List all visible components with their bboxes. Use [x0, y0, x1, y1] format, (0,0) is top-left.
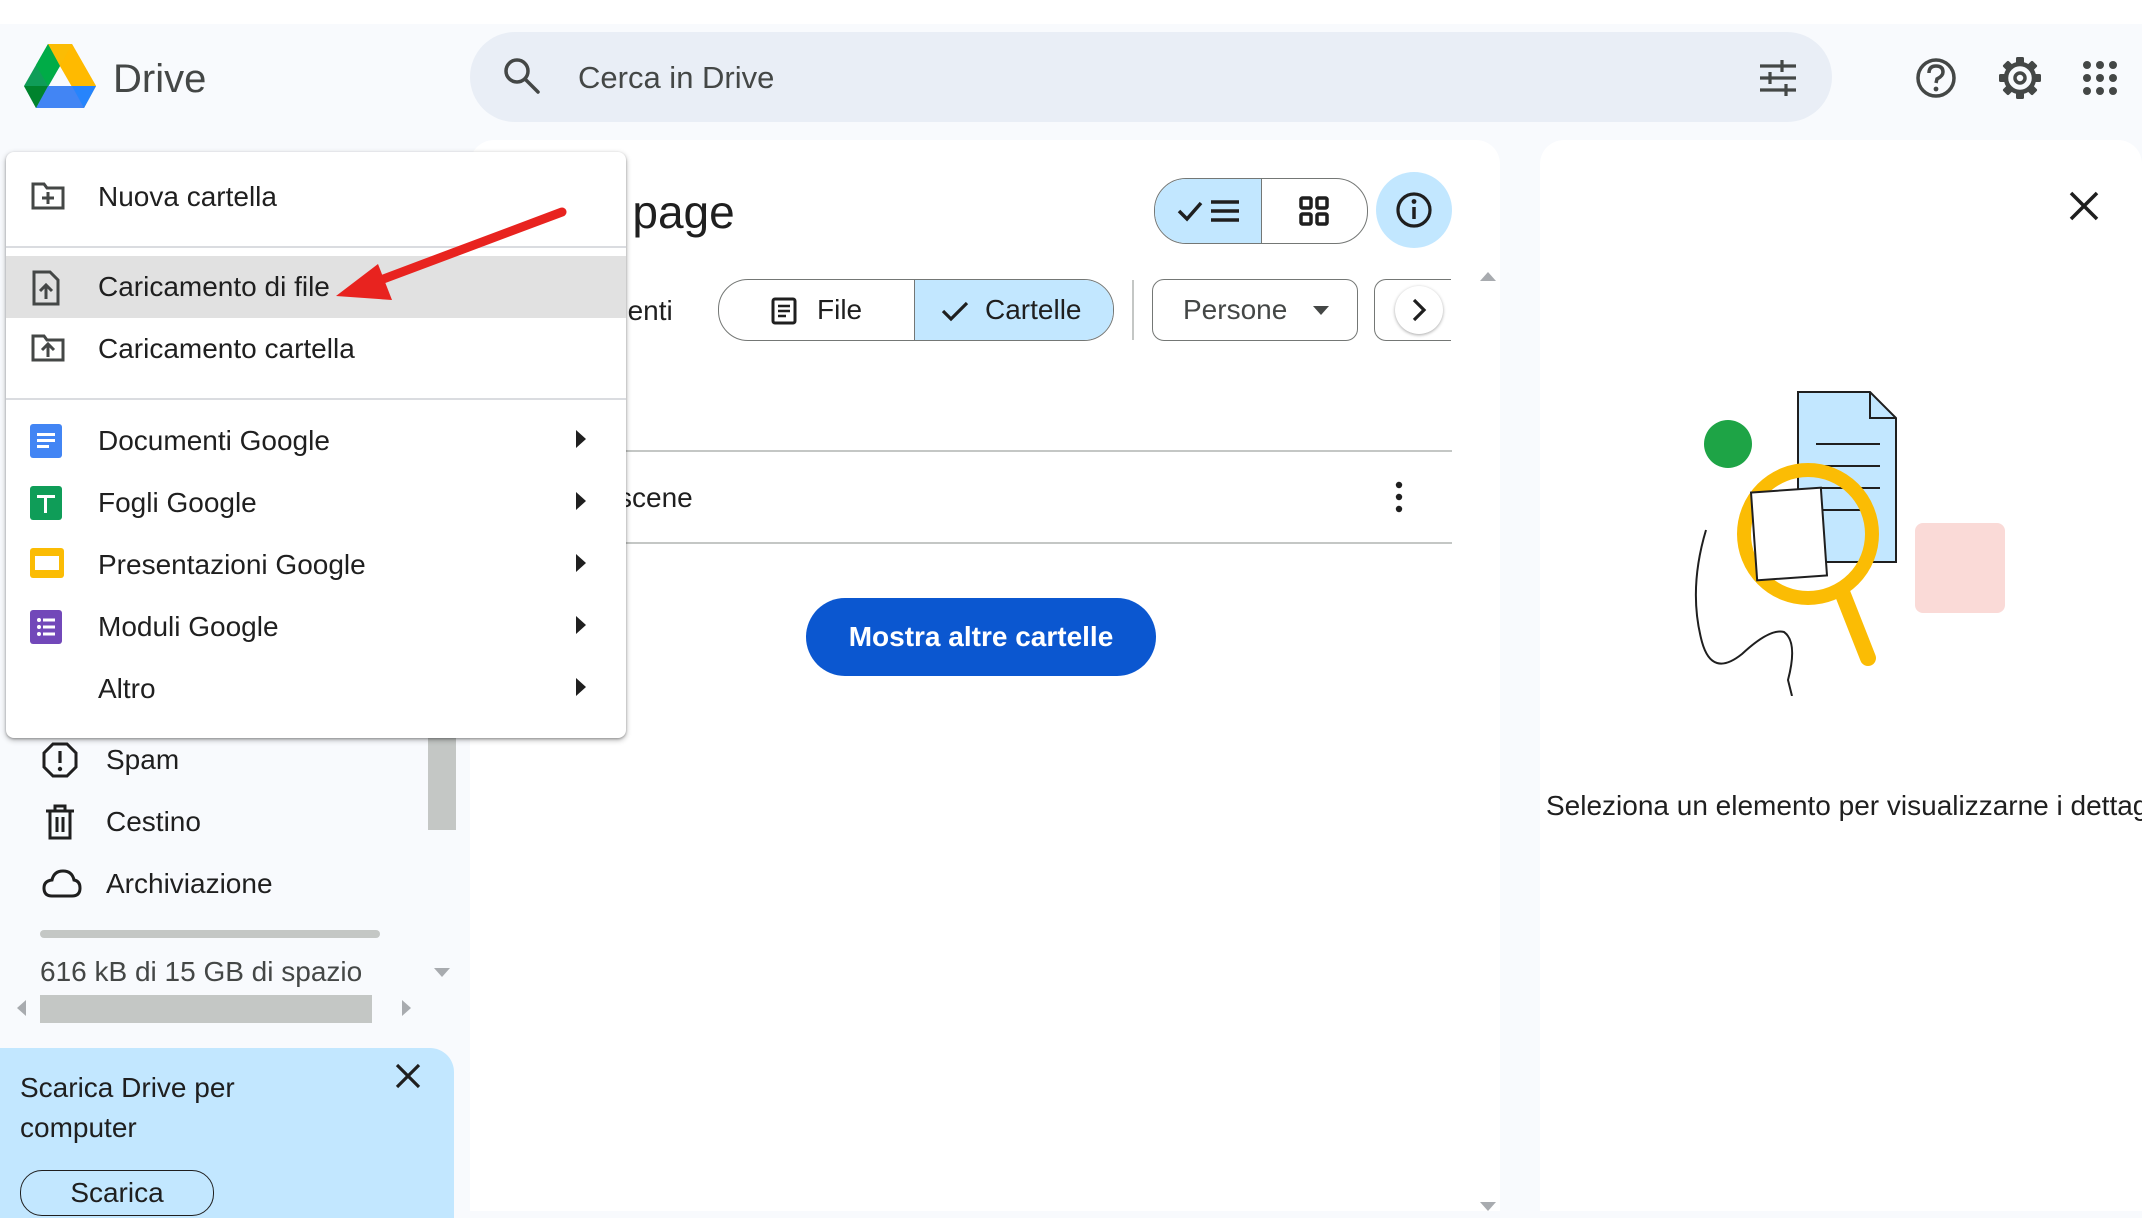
new-folder-icon	[31, 182, 65, 210]
menu-item-google-sheets[interactable]: Fogli Google	[6, 472, 626, 534]
filter-divider	[1132, 280, 1134, 340]
menu-item-label: Altro	[98, 673, 156, 704]
chip-label: Persone	[1183, 294, 1288, 325]
submenu-arrow-icon	[576, 678, 586, 696]
help-icon[interactable]	[1914, 56, 1958, 100]
close-details-icon[interactable]	[2068, 190, 2100, 222]
list-view-button[interactable]	[1155, 179, 1262, 243]
submenu-arrow-icon	[576, 430, 586, 448]
download-button[interactable]: Scarica	[20, 1170, 214, 1216]
check-icon	[941, 301, 969, 322]
folder-row[interactable]	[594, 452, 1452, 542]
google-forms-icon	[30, 610, 62, 644]
filter-folders-chip[interactable]: Cartelle	[915, 280, 1113, 340]
search-input[interactable]: Cerca in Drive	[578, 56, 774, 100]
sidebar-scrollbar[interactable]	[428, 738, 456, 830]
menu-item-google-slides[interactable]: Presentazioni Google	[6, 534, 626, 596]
settings-gear-icon[interactable]	[1998, 56, 2042, 100]
menu-item-more[interactable]: Altro	[6, 658, 626, 720]
folder-upload-icon	[31, 334, 65, 362]
more-actions-icon[interactable]	[1386, 480, 1412, 514]
sidebar-item-label: Cestino	[106, 806, 201, 837]
chevron-right-icon	[1412, 298, 1427, 322]
menu-item-folder-upload[interactable]: Caricamento cartella	[6, 318, 626, 380]
details-empty-text: Seleziona un elemento per visualizzarne …	[1546, 790, 2142, 821]
info-icon	[1396, 192, 1432, 228]
menu-item-label: Caricamento di file	[98, 271, 330, 302]
google-sheets-icon	[30, 486, 62, 520]
menu-separator	[6, 398, 626, 400]
scroll-up-arrow-icon[interactable]	[1480, 272, 1496, 282]
folder-name: scene	[618, 482, 693, 513]
scroll-down-arrow-icon[interactable]	[434, 968, 450, 978]
scroll-left-arrow-icon[interactable]	[16, 1000, 26, 1016]
menu-item-label: Documenti Google	[98, 425, 330, 456]
chip-label: File	[817, 294, 863, 325]
storage-usage-bar	[40, 930, 380, 938]
item-type-segmented-filter: File Cartelle	[718, 279, 1114, 341]
view-toggle	[1154, 178, 1368, 244]
menu-item-google-docs[interactable]: Documenti Google	[6, 410, 626, 472]
sidebar-item-label: Archiviazione	[106, 868, 273, 899]
submenu-arrow-icon	[576, 554, 586, 572]
close-icon[interactable]	[394, 1062, 422, 1090]
annotation-arrow-icon	[336, 207, 567, 300]
google-docs-icon	[30, 424, 62, 458]
chip-label: Cartelle	[985, 294, 1082, 325]
filter-people-chip[interactable]: Persone	[1152, 279, 1358, 341]
scroll-filters-right-button[interactable]	[1395, 286, 1443, 334]
document-icon	[771, 297, 797, 325]
empty-details-illustration	[1694, 391, 2005, 696]
filter-files-chip[interactable]: File	[719, 280, 915, 340]
spam-icon	[42, 742, 78, 778]
submenu-arrow-icon	[576, 616, 586, 634]
storage-usage-text: 616 kB di 15 GB di spazio	[40, 956, 363, 987]
cloud-icon	[42, 869, 82, 898]
top-strip	[0, 0, 2142, 24]
sidebar-item-label: Spam	[106, 744, 180, 775]
sidebar-item-spam[interactable]: Spam	[0, 730, 420, 790]
file-upload-icon	[32, 270, 60, 306]
google-slides-icon	[30, 548, 64, 578]
grid-view-button[interactable]	[1262, 179, 1367, 243]
scroll-down-arrow-icon[interactable]	[1480, 1202, 1496, 1211]
google-apps-icon[interactable]	[2082, 60, 2118, 96]
show-more-folders-button[interactable]: Mostra altre cartelle	[806, 598, 1156, 676]
menu-item-google-forms[interactable]: Moduli Google	[6, 596, 626, 658]
trash-icon	[46, 804, 74, 840]
details-info-button[interactable]	[1376, 172, 1452, 248]
menu-item-label: Fogli Google	[98, 487, 257, 518]
drive-logo-icon[interactable]	[24, 44, 96, 108]
search-icon[interactable]	[502, 56, 542, 96]
menu-item-label: Presentazioni Google	[98, 549, 366, 580]
row-divider	[594, 542, 1452, 544]
menu-item-label: Caricamento cartella	[98, 333, 355, 364]
app-name: Drive	[113, 57, 207, 101]
scroll-right-arrow-icon[interactable]	[402, 1000, 412, 1016]
horizontal-scrollbar[interactable]	[40, 995, 372, 1023]
grid-view-icon	[1299, 196, 1329, 226]
submenu-arrow-icon	[576, 492, 586, 510]
menu-item-label: Nuova cartella	[98, 181, 277, 212]
promo-text: Scarica Drive per computer	[20, 1072, 235, 1143]
dropdown-arrow-icon	[1313, 306, 1329, 315]
more-filters-chip[interactable]	[1374, 279, 1451, 341]
search-options-icon[interactable]	[1758, 58, 1798, 98]
sidebar-item-storage[interactable]: Archiviazione	[0, 854, 420, 914]
menu-item-label: Moduli Google	[98, 611, 279, 642]
list-view-checked-icon	[1177, 200, 1239, 222]
sidebar-item-trash[interactable]: Cestino	[0, 792, 420, 852]
